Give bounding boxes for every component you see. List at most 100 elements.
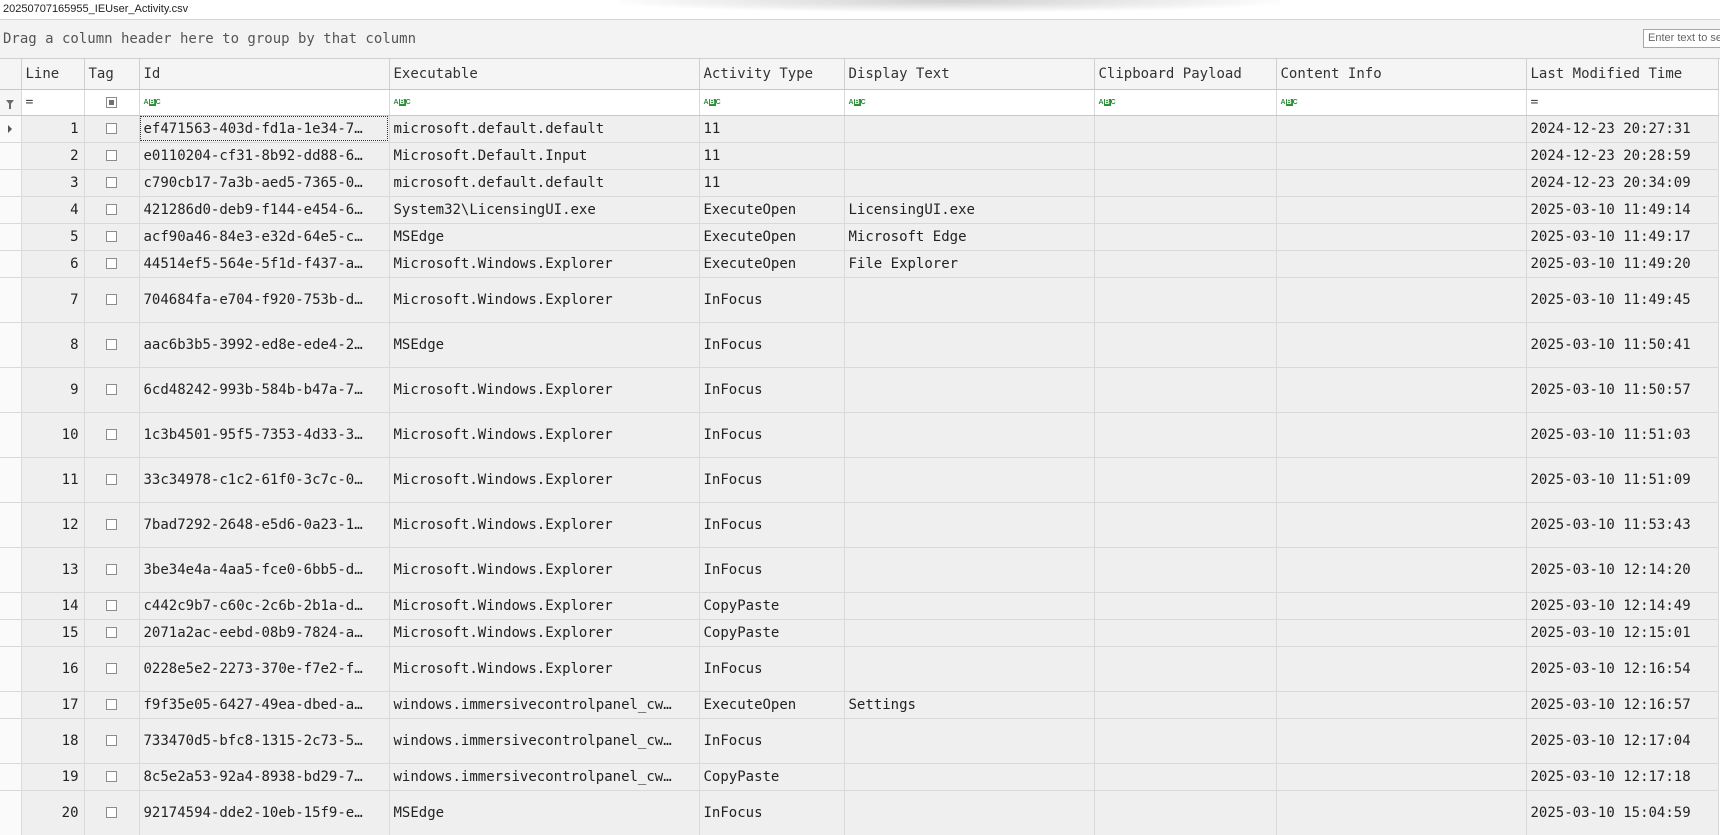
cell-content-info[interactable] xyxy=(1276,169,1527,197)
column-header-last-modified-time[interactable]: Last Modified Time xyxy=(1526,59,1719,90)
cell-content-info[interactable] xyxy=(1276,691,1527,719)
cell-last-modified-time[interactable]: 2025-03-10 12:16:54 xyxy=(1526,646,1719,692)
cell-line[interactable]: 13 xyxy=(21,547,85,593)
table-row[interactable]: 19 8c5e2a53-92a4-8938-bd29-7… windows.im… xyxy=(0,763,1719,791)
row-indicator[interactable] xyxy=(0,322,22,368)
cell-activity-type[interactable]: InFocus xyxy=(699,718,845,764)
row-indicator[interactable] xyxy=(0,115,22,143)
cell-content-info[interactable] xyxy=(1276,142,1527,170)
cell-id[interactable]: 1c3b4501-95f5-7353-4d33-3… xyxy=(139,412,390,458)
cell-last-modified-time[interactable]: 2025-03-10 11:50:57 xyxy=(1526,367,1719,413)
cell-tag[interactable] xyxy=(84,322,140,368)
table-row[interactable]: 17 f9f35e05-6427-49ea-dbed-a… windows.im… xyxy=(0,691,1719,719)
cell-last-modified-time[interactable]: 2024-12-23 20:28:59 xyxy=(1526,142,1719,170)
cell-id[interactable]: 92174594-dde2-10eb-15f9-e… xyxy=(139,790,390,835)
cell-executable[interactable]: Microsoft.Windows.Explorer xyxy=(389,619,700,647)
cell-tag[interactable] xyxy=(84,547,140,593)
cell-executable[interactable]: Microsoft.Windows.Explorer xyxy=(389,547,700,593)
cell-last-modified-time[interactable]: 2025-03-10 11:50:41 xyxy=(1526,322,1719,368)
cell-id[interactable]: 44514ef5-564e-5f1d-f437-a… xyxy=(139,250,390,278)
cell-activity-type[interactable]: 11 xyxy=(699,169,845,197)
cell-tag[interactable] xyxy=(84,592,140,620)
cell-tag[interactable] xyxy=(84,412,140,458)
cell-line[interactable]: 2 xyxy=(21,142,85,170)
cell-display-text[interactable] xyxy=(844,412,1095,458)
cell-tag[interactable] xyxy=(84,763,140,791)
row-indicator[interactable] xyxy=(0,367,22,413)
cell-content-info[interactable] xyxy=(1276,547,1527,593)
cell-tag[interactable] xyxy=(84,790,140,835)
search-input[interactable]: Enter text to search... xyxy=(1643,29,1720,48)
cell-clipboard-payload[interactable] xyxy=(1094,250,1277,278)
cell-executable[interactable]: Microsoft.Windows.Explorer xyxy=(389,367,700,413)
cell-activity-type[interactable]: InFocus xyxy=(699,277,845,323)
cell-clipboard-payload[interactable] xyxy=(1094,619,1277,647)
column-header-executable[interactable]: Executable xyxy=(389,59,700,90)
cell-last-modified-time[interactable]: 2025-03-10 15:04:59 xyxy=(1526,790,1719,835)
group-by-panel[interactable]: Drag a column header here to group by th… xyxy=(0,20,1720,59)
cell-content-info[interactable] xyxy=(1276,196,1527,224)
equals-operator-icon[interactable]: = xyxy=(26,95,34,110)
cell-last-modified-time[interactable]: 2025-03-10 12:14:20 xyxy=(1526,547,1719,593)
cell-content-info[interactable] xyxy=(1276,223,1527,251)
cell-executable[interactable]: Microsoft.Windows.Explorer xyxy=(389,502,700,548)
cell-clipboard-payload[interactable] xyxy=(1094,322,1277,368)
cell-clipboard-payload[interactable] xyxy=(1094,718,1277,764)
cell-executable[interactable]: MSEdge xyxy=(389,322,700,368)
abc-filter-icon[interactable]: ABC xyxy=(1281,98,1298,107)
cell-id[interactable]: 421286d0-deb9-f144-e454-6… xyxy=(139,196,390,224)
cell-last-modified-time[interactable]: 2024-12-23 20:27:31 xyxy=(1526,115,1719,143)
cell-executable[interactable]: microsoft.default.default xyxy=(389,169,700,197)
cell-line[interactable]: 17 xyxy=(21,691,85,719)
cell-content-info[interactable] xyxy=(1276,592,1527,620)
indeterminate-checkbox-icon[interactable] xyxy=(106,96,117,108)
cell-id[interactable]: 6cd48242-993b-584b-b47a-7… xyxy=(139,367,390,413)
cell-id[interactable]: c790cb17-7a3b-aed5-7365-0… xyxy=(139,169,390,197)
cell-activity-type[interactable]: 11 xyxy=(699,115,845,143)
cell-id[interactable]: 7bad7292-2648-e5d6-0a23-1… xyxy=(139,502,390,548)
table-row[interactable]: 14 c442c9b7-c60c-2c6b-2b1a-d… Microsoft.… xyxy=(0,592,1719,620)
cell-clipboard-payload[interactable] xyxy=(1094,691,1277,719)
cell-line[interactable]: 15 xyxy=(21,619,85,647)
cell-executable[interactable]: System32\LicensingUI.exe xyxy=(389,196,700,224)
cell-display-text[interactable] xyxy=(844,592,1095,620)
filter-id[interactable]: ABC xyxy=(139,89,390,116)
cell-tag[interactable] xyxy=(84,277,140,323)
cell-tag[interactable] xyxy=(84,142,140,170)
tag-checkbox[interactable] xyxy=(106,339,117,350)
row-indicator[interactable] xyxy=(0,619,22,647)
column-header-clipboard-payload[interactable]: Clipboard Payload xyxy=(1094,59,1277,90)
cell-line[interactable]: 20 xyxy=(21,790,85,835)
tag-checkbox[interactable] xyxy=(106,807,117,818)
tag-checkbox[interactable] xyxy=(106,204,117,215)
tag-checkbox[interactable] xyxy=(106,564,117,575)
cell-line[interactable]: 1 xyxy=(21,115,85,143)
filter-activity-type[interactable]: ABC xyxy=(699,89,845,116)
cell-content-info[interactable] xyxy=(1276,277,1527,323)
cell-content-info[interactable] xyxy=(1276,502,1527,548)
cell-last-modified-time[interactable]: 2024-12-23 20:34:09 xyxy=(1526,169,1719,197)
cell-executable[interactable]: Microsoft.Windows.Explorer xyxy=(389,250,700,278)
cell-line[interactable]: 8 xyxy=(21,322,85,368)
table-row[interactable]: 18 733470d5-bfc8-1315-2c73-5… windows.im… xyxy=(0,718,1719,764)
cell-activity-type[interactable]: InFocus xyxy=(699,322,845,368)
cell-content-info[interactable] xyxy=(1276,457,1527,503)
cell-display-text[interactable] xyxy=(844,619,1095,647)
cell-id[interactable]: 33c34978-c1c2-61f0-3c7c-0… xyxy=(139,457,390,503)
cell-activity-type[interactable]: InFocus xyxy=(699,790,845,835)
tag-checkbox[interactable] xyxy=(106,231,117,242)
abc-filter-icon[interactable]: ABC xyxy=(1099,98,1116,107)
filter-last-modified-time[interactable]: = xyxy=(1526,89,1719,116)
tag-checkbox[interactable] xyxy=(106,429,117,440)
tag-checkbox[interactable] xyxy=(106,735,117,746)
cell-display-text[interactable]: Settings xyxy=(844,691,1095,719)
cell-id[interactable]: 704684fa-e704-f920-753b-d… xyxy=(139,277,390,323)
cell-last-modified-time[interactable]: 2025-03-10 11:53:43 xyxy=(1526,502,1719,548)
cell-content-info[interactable] xyxy=(1276,790,1527,835)
cell-activity-type[interactable]: InFocus xyxy=(699,412,845,458)
cell-last-modified-time[interactable]: 2025-03-10 11:49:45 xyxy=(1526,277,1719,323)
row-indicator[interactable] xyxy=(0,277,22,323)
cell-activity-type[interactable]: ExecuteOpen xyxy=(699,223,845,251)
cell-id[interactable]: 2071a2ac-eebd-08b9-7824-a… xyxy=(139,619,390,647)
cell-clipboard-payload[interactable] xyxy=(1094,457,1277,503)
